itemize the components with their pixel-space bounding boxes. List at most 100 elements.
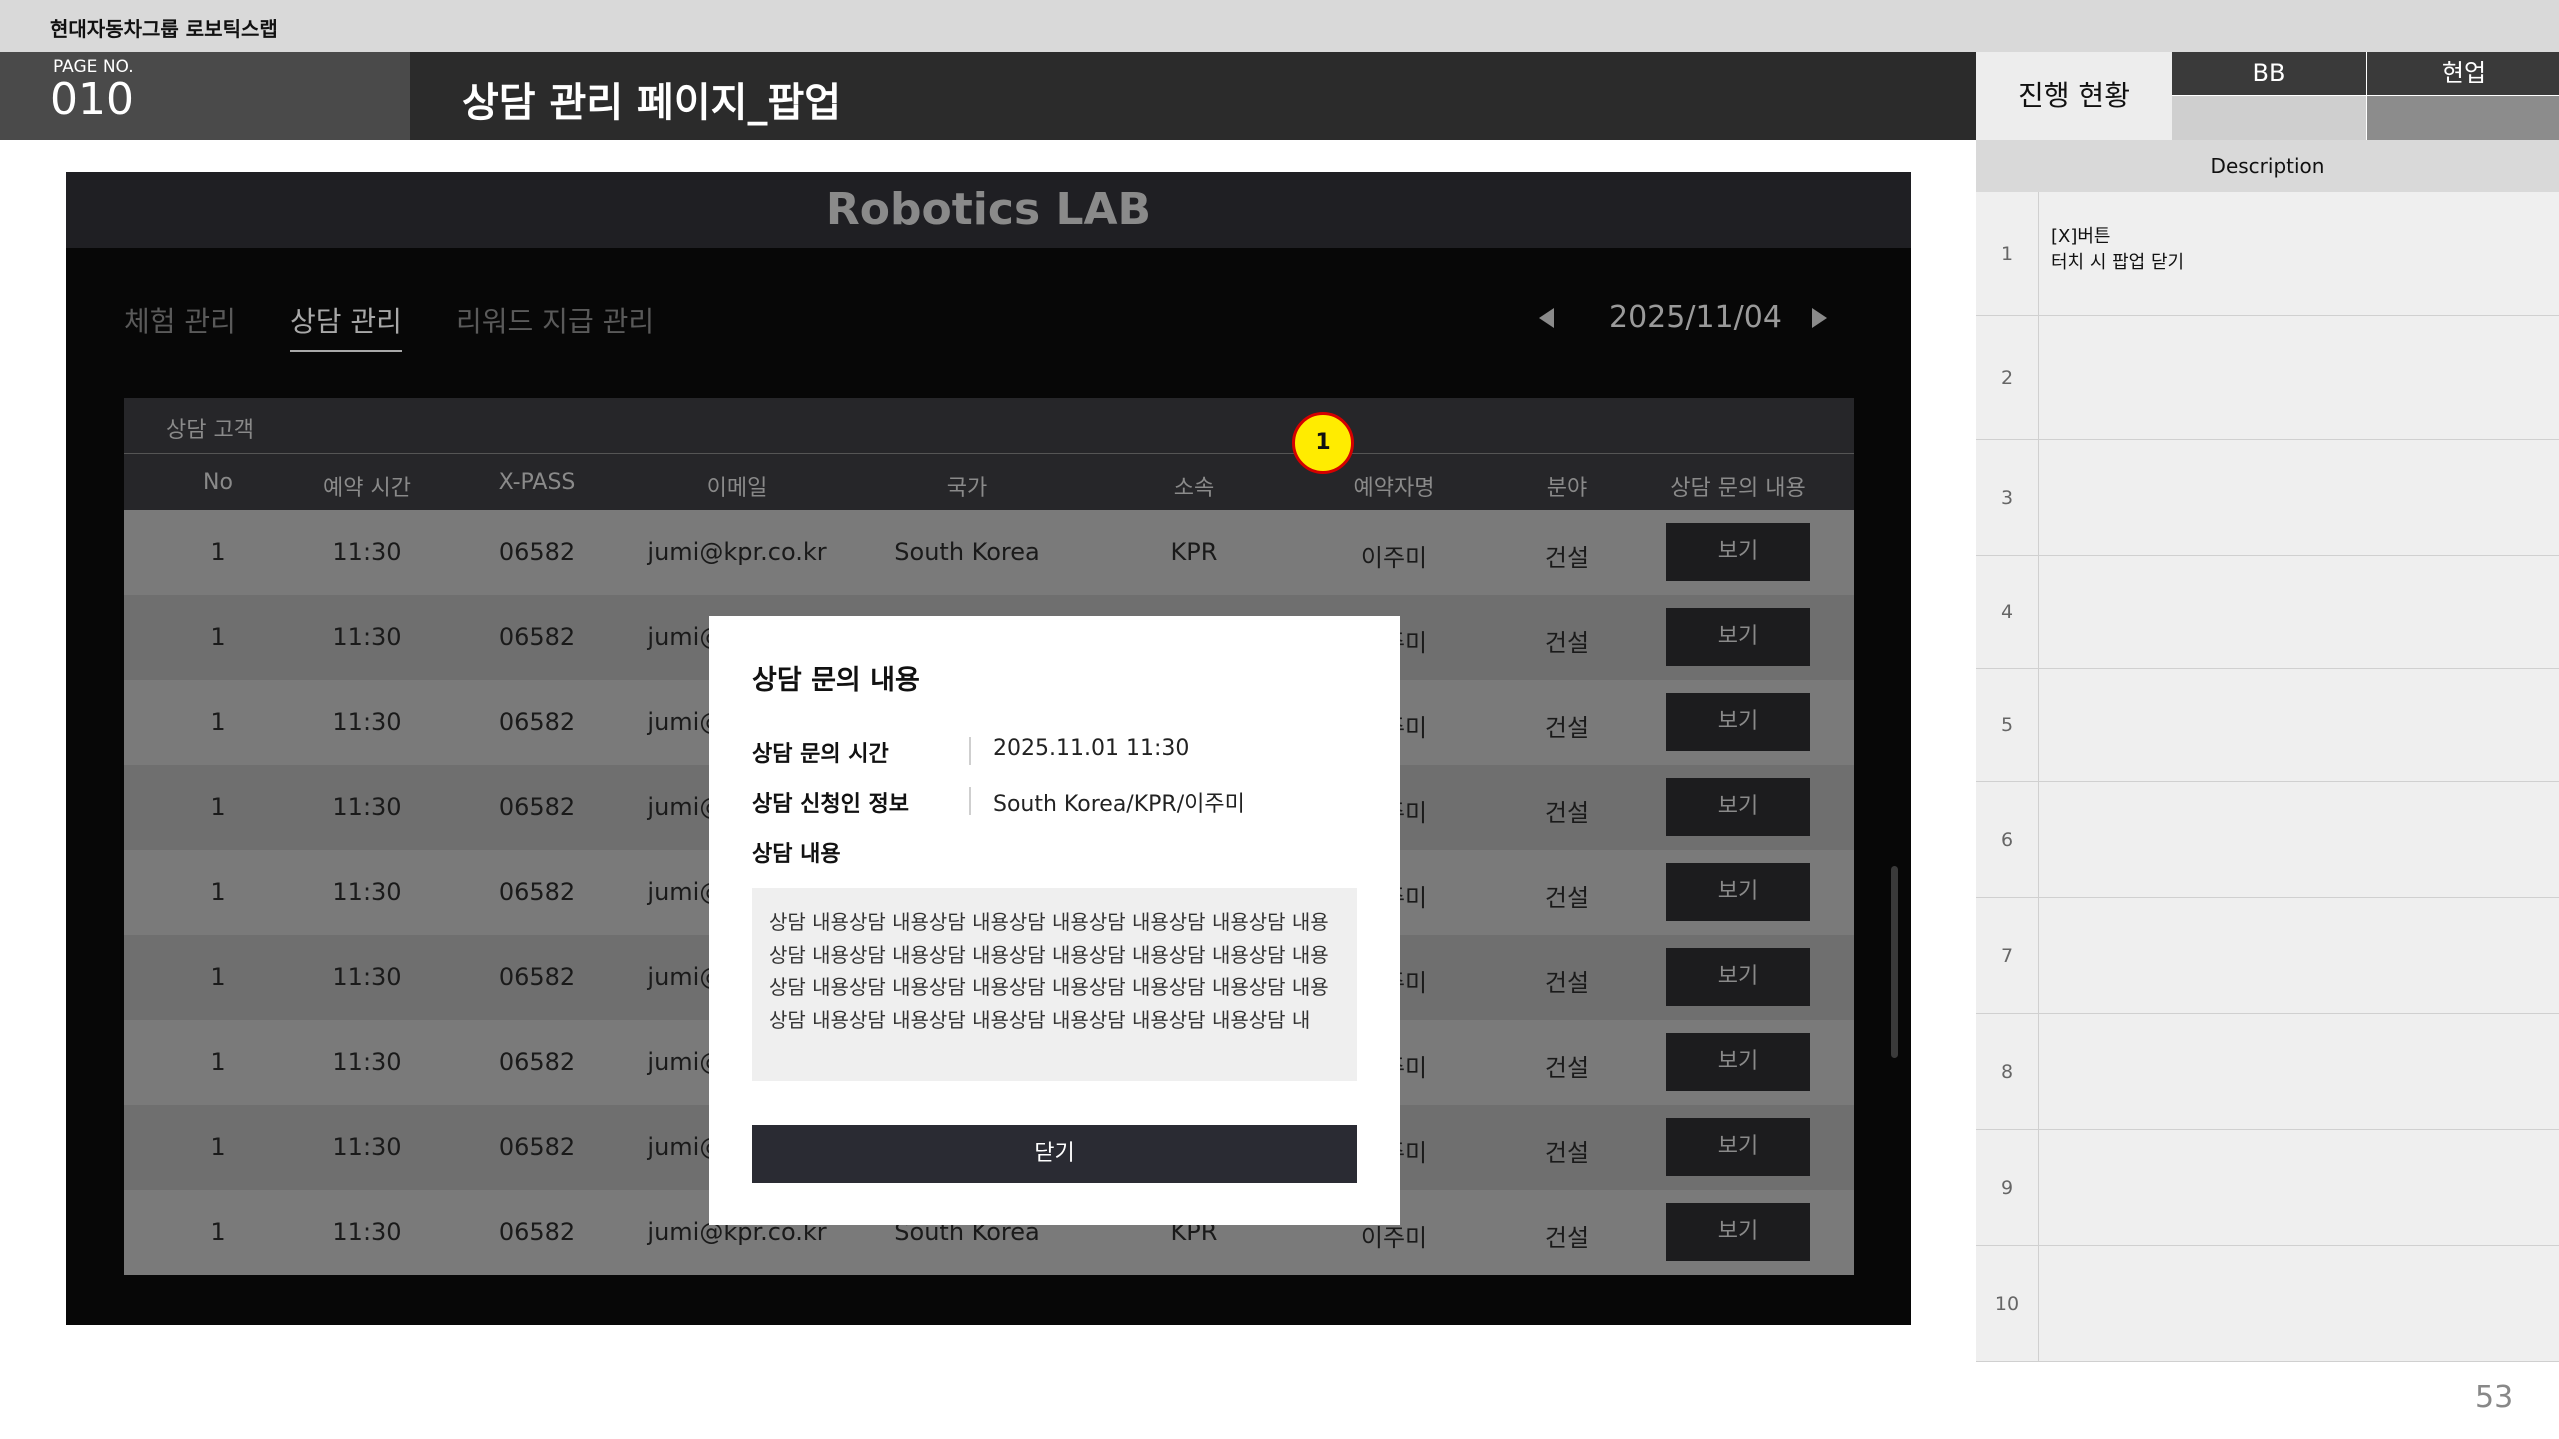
cell-no: 1: [210, 1048, 226, 1076]
description-row: 3: [1976, 440, 2559, 556]
status-column-header: 현업: [2367, 52, 2559, 95]
table-scrollbar[interactable]: [1891, 866, 1898, 1058]
cell-time: 11:30: [332, 1133, 402, 1161]
column-header-no: No: [203, 470, 233, 495]
description-row-text: [X]버튼 터치 시 팝업 닫기: [2051, 226, 2185, 273]
cell-no: 1: [210, 1218, 226, 1246]
description-row-number: 7: [1976, 898, 2039, 1013]
description-table: 1 [X]버튼 터치 시 팝업 닫기 2 3 4 5 6 7 8 9 10: [1976, 192, 2559, 1362]
popup-title: 상담 문의 내용: [752, 665, 920, 696]
previous-date-icon[interactable]: [1539, 308, 1554, 328]
cell-country: South Korea: [894, 538, 1040, 566]
inquiry-content: 상담 내용상담 내용상담 내용상담 내용상담 내용상담 내용상담 내용상담 내용…: [752, 888, 1357, 1081]
app-screen: Robotics LAB 체험 관리 상담 관리 리워드 지급 관리 2025/…: [66, 172, 1911, 1325]
view-inquiry-button[interactable]: 보기: [1666, 608, 1810, 666]
tab-experience-management[interactable]: 체험 관리: [124, 300, 236, 340]
table-caption: 상담 고객: [166, 418, 254, 443]
view-inquiry-button[interactable]: 보기: [1666, 1203, 1810, 1261]
view-inquiry-button[interactable]: 보기: [1666, 1118, 1810, 1176]
table-header: No 예약 시간 X-PASS 이메일 국가 소속 예약자명 분야 상담 문의 …: [124, 454, 1854, 510]
company-name: 현대자동차그룹 로보틱스랩: [50, 17, 278, 41]
consultation-inquiry-popup: 상담 문의 내용 상담 문의 시간 2025.11.01 11:30 상담 신청…: [709, 616, 1400, 1225]
app-header: Robotics LAB: [66, 172, 1911, 248]
cell-no: 1: [210, 963, 226, 991]
cell-no: 1: [210, 793, 226, 821]
cell-xpass: 06582: [498, 623, 576, 651]
cell-time: 11:30: [332, 538, 402, 566]
description-row: 2: [1976, 316, 2559, 440]
status-column-business: 현업: [2367, 52, 2559, 140]
app-title: Robotics LAB: [825, 184, 1152, 235]
description-row: 6: [1976, 782, 2559, 898]
description-row: 5: [1976, 669, 2559, 782]
info-divider: [969, 787, 971, 815]
column-header-field: 분야: [1546, 476, 1588, 501]
description-row-number: 6: [1976, 782, 2039, 897]
cell-xpass: 06582: [498, 538, 576, 566]
cell-field: 건설: [1544, 799, 1590, 827]
description-header: Description: [1976, 140, 2559, 192]
slide-page-number: 53: [2475, 1380, 2514, 1415]
cell-no: 1: [210, 878, 226, 906]
annotation-marker: 1: [1292, 412, 1354, 474]
description-row-number: 8: [1976, 1014, 2039, 1129]
inquiry-time-value: 2025.11.01 11:30: [993, 736, 1190, 761]
description-row-number: 2: [1976, 316, 2039, 439]
tab-consultation-management[interactable]: 상담 관리: [290, 300, 402, 352]
view-inquiry-button[interactable]: 보기: [1666, 778, 1810, 836]
page-number-box: PAGE NO. 010: [0, 52, 410, 140]
cell-time: 11:30: [332, 623, 402, 651]
cell-org: KPR: [1170, 538, 1218, 566]
view-inquiry-button[interactable]: 보기: [1666, 863, 1810, 921]
description-row: 8: [1976, 1014, 2559, 1130]
cell-time: 11:30: [332, 708, 402, 736]
cell-field: 건설: [1544, 544, 1590, 572]
column-header-org: 소속: [1173, 476, 1215, 501]
cell-time: 11:30: [332, 793, 402, 821]
status-column-header: BB: [2172, 52, 2366, 95]
view-inquiry-button[interactable]: 보기: [1666, 948, 1810, 1006]
cell-field: 건설: [1544, 1054, 1590, 1082]
cell-field: 건설: [1544, 969, 1590, 997]
status-column-value: [2172, 95, 2366, 140]
view-inquiry-button[interactable]: 보기: [1666, 1033, 1810, 1091]
applicant-info-label: 상담 신청인 정보: [752, 792, 909, 817]
table-caption-bar: 상담 고객: [124, 398, 1854, 454]
status-column-bb: BB: [2172, 52, 2366, 140]
cell-xpass: 06582: [498, 963, 576, 991]
column-header-xpass: X-PASS: [498, 470, 576, 495]
column-header-email: 이메일: [706, 476, 768, 501]
cell-field: 건설: [1544, 884, 1590, 912]
column-header-country: 국가: [946, 476, 988, 501]
cell-field: 건설: [1544, 714, 1590, 742]
status-label: 진행 현황: [2018, 79, 2130, 112]
column-header-name: 예약자명: [1353, 476, 1435, 501]
cell-field: 건설: [1544, 629, 1590, 657]
description-row: 1 [X]버튼 터치 시 팝업 닫기: [1976, 192, 2559, 316]
description-row-number: 4: [1976, 556, 2039, 668]
view-inquiry-button[interactable]: 보기: [1666, 523, 1810, 581]
description-row: 9: [1976, 1130, 2559, 1246]
cell-no: 1: [210, 623, 226, 651]
cell-no: 1: [210, 708, 226, 736]
cell-no: 1: [210, 1133, 226, 1161]
cell-time: 11:30: [332, 963, 402, 991]
description-row-number: 3: [1976, 440, 2039, 555]
column-header-inquiry: 상담 문의 내용: [1670, 476, 1806, 501]
description-row: 4: [1976, 556, 2559, 669]
cell-time: 11:30: [332, 878, 402, 906]
cell-xpass: 06582: [498, 1048, 576, 1076]
close-button[interactable]: 닫기: [752, 1125, 1357, 1183]
next-date-icon[interactable]: [1812, 308, 1827, 328]
description-row: 7: [1976, 898, 2559, 1014]
page-title: 상담 관리 페이지_팝업: [462, 80, 842, 126]
view-inquiry-button[interactable]: 보기: [1666, 693, 1810, 751]
company-bar: 현대자동차그룹 로보틱스랩: [0, 0, 2559, 52]
tab-reward-management[interactable]: 리워드 지급 관리: [456, 300, 654, 340]
inquiry-time-label: 상담 문의 시간: [752, 742, 889, 767]
page-no-value: 010: [50, 74, 134, 125]
cell-field: 건설: [1544, 1139, 1590, 1167]
cell-time: 11:30: [332, 1048, 402, 1076]
applicant-info-value: South Korea/KPR/이주미: [993, 792, 1245, 817]
cell-xpass: 06582: [498, 878, 576, 906]
